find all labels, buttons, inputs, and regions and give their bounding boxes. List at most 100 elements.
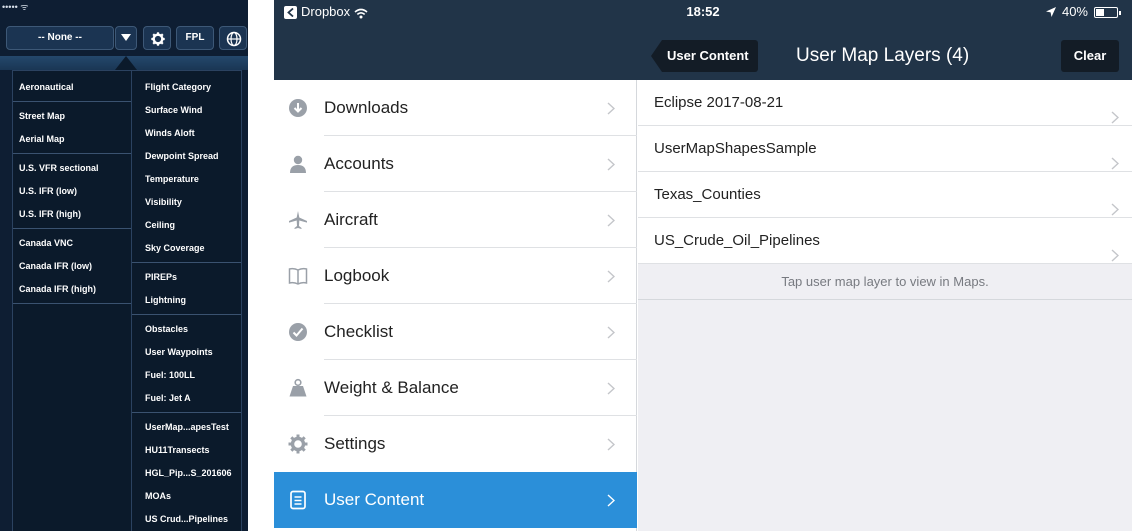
base-layer-item[interactable]: U.S. VFR sectional <box>13 157 131 180</box>
globe-button[interactable] <box>219 26 247 50</box>
overlay-layer-item[interactable]: Fuel: 100LL <box>132 364 241 387</box>
clock: 18:52 <box>686 4 720 19</box>
book-icon <box>288 266 308 286</box>
overlay-layer-item[interactable]: User Waypoints <box>132 341 241 364</box>
caret-down-icon <box>121 34 131 41</box>
layer-select[interactable]: -- None -- <box>6 26 114 50</box>
chevron-right-icon <box>607 438 616 456</box>
navigation-bar: Dropbox 18:52 40% User Content User Map … <box>274 0 1132 80</box>
layer-row[interactable]: Texas_Counties <box>638 172 1132 218</box>
menu-item-label: Downloads <box>324 98 409 117</box>
overlay-layer-item[interactable]: Surface Wind <box>132 99 241 122</box>
globe-icon <box>226 31 242 47</box>
menu-item-weight-balance[interactable]: Weight & Balance <box>274 360 637 416</box>
menu-item-logbook[interactable]: Logbook <box>274 248 637 304</box>
layer-list: Eclipse 2017-08-21 UserMapShapesSample Tex… <box>638 80 1132 264</box>
overlay-layer-item[interactable]: HGL_Pip...S_201606 <box>132 462 241 485</box>
back-arrow-icon <box>651 40 662 72</box>
base-layer-group: Canada VNC Canada IFR (low) Canada IFR (hi… <box>13 229 131 304</box>
menu-item-user-content[interactable]: User Content <box>274 472 637 528</box>
back-button-label: User Content <box>662 40 758 72</box>
battery-percent: 40% <box>1061 4 1088 19</box>
base-layers-column: Aeronautical Street Map Aerial Map U.S. VFR… <box>13 71 131 304</box>
overlay-layer-group: Obstacles User Waypoints Fuel: 100LL Fuel: … <box>132 315 241 413</box>
layer-name: US_Crude_Oil_Pipelines <box>654 232 820 249</box>
fpl-button[interactable]: FPL <box>176 26 214 50</box>
menu-item-label: User Content <box>324 490 425 509</box>
overlay-layer-group: UserMap...apesTest HU11Transects HGL_Pip..… <box>132 413 241 531</box>
overlay-layer-item[interactable]: Winds Aloft <box>132 122 241 145</box>
battery-icon <box>1094 6 1121 18</box>
menu-item-aircraft[interactable]: Aircraft <box>274 192 637 248</box>
menu-item-label: Checklist <box>324 322 393 341</box>
overlay-layer-item[interactable]: Flight Category <box>132 76 241 99</box>
overlay-layer-group: PIREPs Lightning <box>132 263 241 315</box>
base-layer-item[interactable]: Canada IFR (high) <box>13 278 131 301</box>
chevron-right-icon <box>607 494 616 512</box>
base-layer-item[interactable]: U.S. IFR (high) <box>13 203 131 226</box>
overlay-layer-item[interactable]: PIREPs <box>132 266 241 289</box>
chevron-right-icon <box>607 102 616 120</box>
menu-item-accounts[interactable]: Accounts <box>274 136 637 192</box>
overlay-layer-item[interactable]: Sky Coverage <box>132 237 241 260</box>
base-layer-item[interactable]: Aerial Map <box>13 128 131 151</box>
status-bar: Dropbox 18:52 40% <box>274 0 1132 24</box>
layer-row[interactable]: Eclipse 2017-08-21 <box>638 80 1132 126</box>
overlay-layer-item[interactable]: Visibility <box>132 191 241 214</box>
menu-item-label: Settings <box>324 434 386 453</box>
base-layer-item[interactable]: Canada VNC <box>13 232 131 255</box>
overlay-layer-item[interactable]: Dewpoint Spread <box>132 145 241 168</box>
overlay-layer-item[interactable]: Temperature <box>132 168 241 191</box>
chevron-right-icon <box>607 214 616 232</box>
overlay-layer-group: Flight Category Surface Wind Winds Aloft De… <box>132 71 241 263</box>
user-map-layers: Eclipse 2017-08-21 UserMapShapesSample Tex… <box>638 80 1132 531</box>
clear-button[interactable]: Clear <box>1061 40 1119 72</box>
overlay-layer-item[interactable]: Lightning <box>132 289 241 312</box>
base-layer-group: Street Map Aerial Map <box>13 102 131 154</box>
chevron-right-icon <box>607 326 616 344</box>
menu-item-checklist[interactable]: Checklist <box>274 304 637 360</box>
map-layers-panel: ••••• ᯤ -- None -- FPL Aeronautical Stre… <box>0 0 248 531</box>
gear-icon <box>151 32 165 46</box>
chevron-right-icon <box>607 382 616 400</box>
layer-row[interactable]: UserMapShapesSample <box>638 126 1132 172</box>
menu-item-label: Logbook <box>324 266 390 285</box>
map-settings-button[interactable] <box>143 26 171 50</box>
map-toolbar: -- None -- FPL <box>0 24 248 54</box>
menu-pointer <box>115 56 137 70</box>
overlay-layer-item[interactable]: HU11Transects <box>132 439 241 462</box>
overlay-layer-item[interactable]: UserMap...apesTest <box>132 416 241 439</box>
layer-name: Eclipse 2017-08-21 <box>654 94 784 111</box>
menu-item-label: Aircraft <box>324 210 378 229</box>
base-layer-item[interactable]: Canada IFR (low) <box>13 255 131 278</box>
base-layer-item[interactable]: U.S. IFR (low) <box>13 180 131 203</box>
back-button[interactable]: User Content <box>651 40 758 72</box>
battery-level <box>1096 8 1104 16</box>
layer-name: UserMapShapesSample <box>654 140 817 157</box>
layer-row[interactable]: US_Crude_Oil_Pipelines <box>638 218 1132 264</box>
overlay-layers-column: Flight Category Surface Wind Winds Aloft De… <box>131 71 241 531</box>
user-content-screen: Dropbox 18:52 40% User Content User Map … <box>274 0 1132 531</box>
overlay-layer-item[interactable]: US Crud...Pipelines <box>132 508 241 531</box>
overlay-layer-item[interactable]: Fuel: Jet A <box>132 387 241 410</box>
document-icon <box>288 490 308 510</box>
overlay-layer-item[interactable]: Obstacles <box>132 318 241 341</box>
overlay-layer-item[interactable]: MOAs <box>132 485 241 508</box>
layer-dropdown-button[interactable] <box>115 26 137 50</box>
menu-item-label: Accounts <box>324 154 394 173</box>
base-layer-group: U.S. VFR sectional U.S. IFR (low) U.S. IFR… <box>13 154 131 229</box>
download-icon <box>288 98 308 118</box>
settings-menu: Downloads Accounts Aircraft Logbook Checklis… <box>274 80 637 531</box>
person-icon <box>288 154 308 174</box>
chevron-right-icon <box>607 158 616 176</box>
overlay-layer-item[interactable]: Ceiling <box>132 214 241 237</box>
layer-name: Texas_Counties <box>654 186 761 203</box>
base-layer-item[interactable]: Aeronautical <box>13 76 131 99</box>
base-layer-group: Aeronautical <box>13 71 131 102</box>
menu-item-settings[interactable]: Settings <box>274 416 637 472</box>
layer-hint: Tap user map layer to view in Maps. <box>638 264 1132 300</box>
base-layer-item[interactable]: Street Map <box>13 105 131 128</box>
map-status-bar: ••••• ᯤ <box>2 2 29 12</box>
scale-icon <box>288 378 308 398</box>
menu-item-downloads[interactable]: Downloads <box>274 80 637 136</box>
